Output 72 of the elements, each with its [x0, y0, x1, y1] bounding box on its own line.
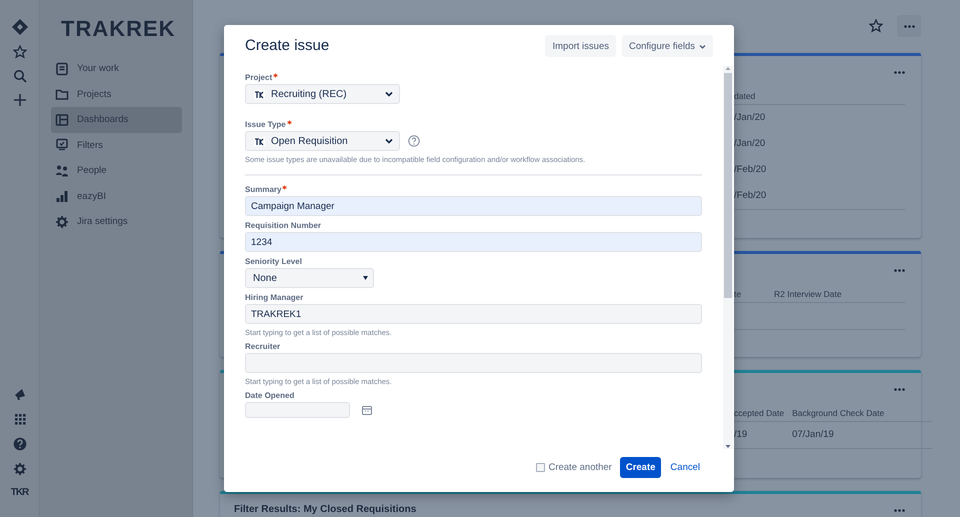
project-avatar-icon: [254, 90, 265, 98]
more-icon[interactable]: [894, 70, 905, 74]
settings-icon: [55, 214, 69, 229]
gadget-title: Filter Results: My Closed Requisitions: [234, 504, 416, 516]
input-field[interactable]: [245, 353, 702, 373]
star-icon[interactable]: [12, 45, 26, 59]
select-field[interactable]: Recruiting (REC): [245, 84, 400, 104]
table-cell-text: /Feb/20: [734, 189, 768, 203]
toolbar-button[interactable]: Import issues: [545, 35, 616, 57]
column-header: Background Check Date: [792, 402, 892, 422]
field-label: Recruiter: [245, 342, 280, 352]
sidebar-item[interactable]: Projects: [51, 82, 182, 107]
column-header: R2 Interview Date: [774, 283, 850, 303]
create-button[interactable]: Create: [620, 457, 662, 478]
app-grid-icon[interactable]: [12, 412, 26, 426]
brand-logo[interactable]: TRAKREK: [61, 15, 176, 43]
board-icon: [55, 112, 69, 127]
table-cell-text: /Jan/20: [734, 111, 766, 125]
field-label: Issue Type: [245, 120, 286, 130]
table-cell-text: /Jan/20: [734, 137, 766, 151]
field-label: Requisition Number: [245, 221, 322, 231]
sidebar-item[interactable]: Your work: [51, 56, 182, 82]
bar-chart-icon: [55, 189, 69, 204]
table-cell-text: /Feb/20: [734, 163, 768, 177]
field-label: Project: [245, 73, 272, 83]
more-icon[interactable]: [894, 388, 905, 390]
calendar-icon[interactable]: [362, 405, 372, 415]
people-icon: [55, 164, 69, 178]
field-label: Date Opened: [245, 391, 294, 401]
megaphone-icon[interactable]: [12, 387, 26, 401]
scroll-down-icon[interactable]: [725, 444, 731, 449]
project-avatar-icon: [254, 136, 265, 146]
folder-icon: [55, 87, 69, 102]
sidebar-item[interactable]: Jira settings: [51, 209, 182, 234]
scroll-up-icon[interactable]: [725, 66, 731, 71]
caret-icon: [363, 276, 368, 280]
chevron-down-icon: [385, 91, 393, 97]
sidebar-item[interactable]: Filters: [51, 132, 182, 158]
more-icon[interactable]: [894, 508, 905, 512]
more-icon[interactable]: [894, 268, 905, 272]
help-icon[interactable]: [12, 437, 26, 451]
app-logo[interactable]: TKR: [10, 487, 28, 499]
field-label: Summary: [245, 185, 282, 195]
help-icon[interactable]: [408, 135, 420, 147]
search-icon[interactable]: [12, 69, 26, 83]
settings-icon[interactable]: [12, 462, 26, 476]
input-field[interactable]: TRAKREK1: [245, 304, 702, 324]
date-field[interactable]: [245, 402, 350, 418]
sidebar-item[interactable]: eazyBI: [51, 184, 182, 209]
field-label: Hiring Manager: [245, 293, 304, 303]
monitor-icon: [55, 138, 69, 152]
cancel-link[interactable]: Cancel: [669, 462, 700, 473]
dropdown-field[interactable]: None: [245, 268, 374, 288]
select-field[interactable]: Open Requisition: [245, 131, 400, 151]
input-field[interactable]: Campaign Manager: [245, 196, 702, 216]
diamond-logo-icon[interactable]: [12, 19, 28, 35]
table-cell-text: 07/Jan/19: [792, 428, 835, 442]
more-button[interactable]: [897, 15, 921, 37]
plus-icon[interactable]: [12, 93, 26, 107]
sidebar-item[interactable]: People: [51, 158, 182, 184]
toolbar-button[interactable]: Configure fields: [622, 35, 713, 57]
dialog-title: Create issue: [245, 36, 330, 56]
scrollbar[interactable]: [723, 66, 733, 449]
create-another-checkbox[interactable]: Create another: [536, 462, 612, 473]
star-icon[interactable]: [869, 19, 883, 33]
input-field[interactable]: 1234: [245, 232, 702, 252]
table-cell-text: /19: [734, 428, 748, 442]
document-icon: [55, 62, 69, 76]
chevron-down-icon: [385, 138, 393, 144]
more-icon: [904, 24, 914, 28]
checkbox[interactable]: [536, 463, 546, 472]
field-label: Seniority Level: [245, 257, 302, 267]
